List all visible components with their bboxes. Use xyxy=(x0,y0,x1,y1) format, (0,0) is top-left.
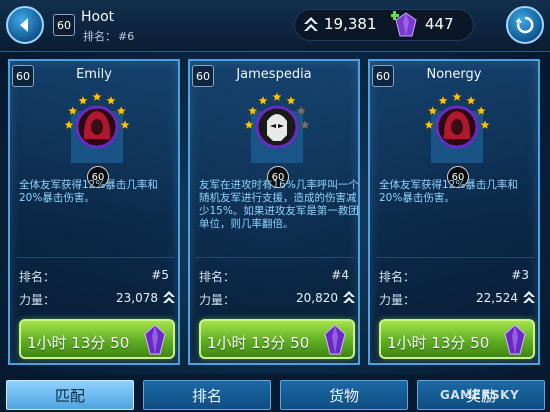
star-rating xyxy=(245,91,309,163)
crystal-icon xyxy=(504,324,526,355)
opponent-card-2[interactable]: 60 Jamespedia 60 友军在进攻时有16%几率呼叫一个随机友军进行支… xyxy=(188,59,360,365)
refresh-button[interactable] xyxy=(506,6,544,44)
power-label: 力量： xyxy=(19,293,56,307)
player-name: Hoot xyxy=(81,9,115,25)
back-button[interactable] xyxy=(6,6,44,44)
tab-shipments[interactable]: 货物 xyxy=(280,380,408,410)
player-rank-value: #6 xyxy=(118,30,135,43)
star-icon xyxy=(91,91,103,102)
star-icon xyxy=(285,95,297,106)
tab-match[interactable]: 匹配 xyxy=(6,380,134,410)
power-label: 力量： xyxy=(199,293,236,307)
player-rank-label: 排名： xyxy=(83,30,116,43)
credits-amount: 19,381 xyxy=(324,15,377,33)
power-chevron-icon xyxy=(523,291,535,303)
trooper-helmet-icon xyxy=(267,114,287,141)
cooldown-timer: 1小时 13分 50 xyxy=(387,334,490,352)
chevron-credits-icon xyxy=(304,17,318,31)
leader-ability-description: 全体友军获得12%暴击几率和20%暴击伤害。 xyxy=(379,179,518,204)
crystal-icon xyxy=(144,324,166,355)
cooldown-timer: 1小时 13分 50 xyxy=(27,334,130,352)
tab-ranking[interactable]: 排名 xyxy=(143,380,271,410)
rank-label: 排名： xyxy=(379,270,416,284)
power-chevron-icon xyxy=(343,291,355,303)
leader-ability-description: 全体友军获得12%暴击几率和20%暴击伤害。 xyxy=(19,179,158,204)
crystal-icon[interactable] xyxy=(391,10,421,40)
rank-value: #3 xyxy=(511,268,529,282)
back-arrow-icon xyxy=(20,18,28,32)
watermark: GAMERSKY xyxy=(440,388,520,402)
attack-timer-button[interactable]: 1小时 13分 50 xyxy=(19,319,175,359)
power-value: 23,078 xyxy=(116,291,158,305)
attack-timer-button[interactable]: 1小时 13分 50 xyxy=(199,319,355,359)
character-portrait[interactable]: 60 xyxy=(425,91,489,191)
opponent-card-3[interactable]: 60 Nonergy 60 全体友军获得12%暴击几率和20%暴击伤害。 排名：… xyxy=(368,59,540,365)
refresh-icon xyxy=(515,16,534,34)
opponent-name: Emily xyxy=(76,67,112,82)
star-icon xyxy=(257,95,269,106)
cooldown-timer: 1小时 13分 50 xyxy=(207,334,310,352)
opponent-name: Jamespedia xyxy=(236,67,312,82)
power-label: 力量： xyxy=(379,293,416,307)
character-portrait[interactable]: 60 xyxy=(245,91,309,191)
star-icon xyxy=(451,91,463,102)
player-level: 60 xyxy=(53,14,75,36)
rank-label: 排名： xyxy=(199,270,236,284)
player-rank: 排名： #6 xyxy=(81,28,134,44)
crystal-icon xyxy=(324,324,346,355)
card-divider xyxy=(196,257,354,258)
card-divider xyxy=(376,257,534,258)
rank-value: #4 xyxy=(331,268,349,282)
crystals-amount: 447 xyxy=(425,15,454,33)
star-icon xyxy=(437,95,449,106)
star-icon xyxy=(271,91,283,102)
star-icon xyxy=(77,95,89,106)
star-rating xyxy=(425,91,489,163)
opponent-name: Nonergy xyxy=(426,67,482,82)
power-value: 22,524 xyxy=(476,291,518,305)
power-chevron-icon xyxy=(163,291,175,303)
attack-timer-button[interactable]: 1小时 13分 50 xyxy=(379,319,535,359)
rank-label: 排名： xyxy=(19,270,56,284)
card-divider xyxy=(16,257,174,258)
star-icon xyxy=(465,95,477,106)
star-icon xyxy=(105,95,117,106)
power-value: 20,820 xyxy=(296,291,338,305)
rank-value: #5 xyxy=(151,268,169,282)
opponent-card-1[interactable]: 60 Emily 60 全体友军获得12%暴击几率和20%暴击伤害。 排名： #… xyxy=(8,59,180,365)
character-portrait[interactable]: 60 xyxy=(65,91,129,191)
leader-ability-description: 友军在进攻时有16%几率呼叫一个随机友军进行支援，造成的伤害减少15%。如果进攻… xyxy=(199,179,359,230)
star-rating xyxy=(65,91,129,163)
